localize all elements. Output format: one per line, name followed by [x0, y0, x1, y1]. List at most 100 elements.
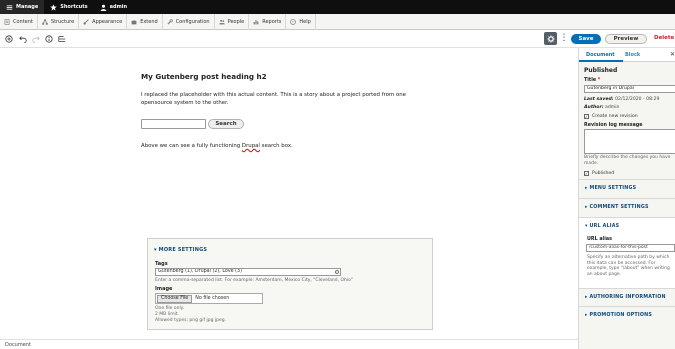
- post-paragraph[interactable]: I replaced the placeholder with this act…: [141, 91, 431, 107]
- comment-settings-text: COMMENT SETTINGS: [589, 205, 649, 210]
- wrench-icon: [167, 18, 173, 24]
- people-icon: [218, 19, 225, 24]
- menu-item-label: Content: [13, 18, 33, 25]
- caption-drupal-word: Drupal: [241, 143, 260, 149]
- shortcuts-menu[interactable]: Shortcuts: [44, 0, 93, 14]
- save-button[interactable]: Save: [571, 34, 601, 44]
- url-alias-input[interactable]: /custom-alias-for-this-post: [586, 244, 675, 252]
- revision-log-textarea[interactable]: [584, 129, 675, 154]
- more-settings-title: MORE SETTINGS: [158, 247, 208, 253]
- authoring-information-section[interactable]: ▸ AUTHORING INFORMATION: [579, 288, 675, 307]
- promotion-options-section[interactable]: ▸ PROMOTION OPTIONS: [579, 306, 675, 325]
- search-button[interactable]: Search: [208, 119, 244, 129]
- list-tree-icon: [58, 36, 66, 42]
- url-alias-section: ▾ URL ALIAS: [579, 217, 675, 288]
- user-icon: [100, 4, 106, 11]
- image-help-2: 2 MB limit.: [155, 312, 180, 317]
- search-input[interactable]: [141, 119, 206, 129]
- comment-settings-label: ▸ COMMENT SETTINGS: [585, 205, 649, 210]
- choose-file-button[interactable]: Choose File: [157, 294, 193, 303]
- content-icon: [4, 18, 10, 25]
- required-marker: *: [597, 78, 601, 83]
- revision-log-label: Revision log message: [584, 123, 643, 128]
- content-info-button[interactable]: [45, 35, 53, 43]
- title-input[interactable]: Gutenberg in Drupal: [584, 85, 675, 93]
- menu-item-content[interactable]: Content: [0, 13, 38, 30]
- last-saved-label: Last saved:: [584, 97, 614, 102]
- editor-content: My Gutenberg post heading h2 I replaced …: [141, 72, 431, 149]
- menu-item-appearance[interactable]: Appearance: [79, 13, 128, 30]
- add-block-button[interactable]: [5, 35, 13, 43]
- published-label: Published: [592, 171, 615, 176]
- menu-item-people[interactable]: People: [215, 13, 250, 30]
- url-alias-toggle[interactable]: ▾ URL ALIAS: [585, 224, 619, 229]
- menu-settings-label: ▸ MENU SETTINGS: [585, 186, 637, 191]
- promotion-options-text: PROMOTION OPTIONS: [589, 313, 653, 318]
- url-alias-help: Specify an alternative path by which thi…: [587, 255, 670, 277]
- caption-text-before: Above we can see a fully functioning: [141, 143, 242, 149]
- menu-item-structure[interactable]: Structure: [38, 13, 80, 30]
- image-label: Image: [155, 286, 173, 292]
- manage-label: Manage: [16, 4, 39, 10]
- preview-button[interactable]: Preview: [605, 34, 647, 44]
- sidebar-tabs: Document Block ✕: [579, 48, 675, 62]
- user-menu[interactable]: admin: [94, 0, 133, 14]
- shortcuts-label: Shortcuts: [60, 4, 88, 10]
- tags-label: Tags: [155, 261, 168, 267]
- image-file-field: Choose File No file chosen: [155, 293, 263, 304]
- block-navigation-button[interactable]: [58, 35, 66, 43]
- brush-icon: [83, 18, 89, 25]
- menu-item-configuration[interactable]: Configuration: [163, 13, 215, 30]
- tab-block[interactable]: Block: [625, 52, 640, 58]
- delete-link[interactable]: Delete: [654, 35, 674, 41]
- redo-button[interactable]: [32, 35, 40, 43]
- menu-item-reports[interactable]: Reports: [249, 13, 287, 30]
- menu-item-label: Reports: [262, 18, 282, 25]
- close-icon[interactable]: ✕: [670, 51, 675, 58]
- editor-footer: Document: [0, 339, 578, 349]
- menu-item-label: Appearance: [92, 18, 123, 25]
- image-help-3: Allowed types: png gif jpg jpeg.: [155, 318, 227, 323]
- puzzle-icon: [131, 19, 137, 24]
- more-settings-toggle[interactable]: ▾ MORE SETTINGS: [154, 247, 207, 253]
- menu-item-help[interactable]: ? Help: [286, 13, 316, 30]
- tags-input[interactable]: Gutenberg (1), Drupal (2), Love (3): [155, 268, 341, 276]
- comment-settings-section[interactable]: ▸ COMMENT SETTINGS: [579, 198, 675, 217]
- post-heading[interactable]: My Gutenberg post heading h2: [141, 72, 431, 81]
- manage-menu[interactable]: Manage: [0, 0, 45, 14]
- no-file-text: No file chosen: [195, 296, 230, 301]
- autocomplete-icon: [335, 270, 339, 274]
- undo-button[interactable]: [19, 35, 27, 43]
- help-icon: ?: [290, 18, 297, 25]
- kebab-icon: ⋮: [559, 33, 569, 43]
- menu-item-extend[interactable]: Extend: [127, 13, 163, 30]
- settings-toggle-button[interactable]: [544, 32, 557, 45]
- admin-toolbar: Manage Shortcuts admin: [0, 0, 675, 14]
- last-saved-value: 02/12/2020 - 08:29: [615, 97, 660, 102]
- footer-breadcrumb: Document: [5, 342, 31, 348]
- author: Author: admin: [584, 105, 619, 110]
- promotion-options-label: ▸ PROMOTION OPTIONS: [585, 313, 653, 318]
- active-tab-indicator: [579, 60, 623, 62]
- hamburger-icon: [6, 4, 13, 10]
- create-revision-option[interactable]: ✓ Create new revision: [584, 114, 638, 119]
- info-icon: [45, 35, 53, 43]
- more-options-button[interactable]: ⋮: [559, 33, 569, 44]
- tab-document[interactable]: Document: [586, 52, 615, 58]
- authoring-information-text: AUTHORING INFORMATION: [589, 295, 666, 300]
- star-icon: [50, 3, 57, 11]
- settings-sidebar: Document Block ✕ Published Title * Guten…: [578, 48, 675, 349]
- image-help-1: One file only.: [155, 306, 185, 311]
- gear-icon: [546, 34, 555, 43]
- menu-settings-section[interactable]: ▸ MENU SETTINGS: [579, 179, 675, 198]
- tags-help: Enter a comma-separated list. For exampl…: [155, 278, 353, 283]
- revision-help: Briefly describe the changes you have ma…: [584, 155, 671, 166]
- menu-item-label: Configuration: [175, 18, 210, 25]
- published-option[interactable]: ✓ Published: [584, 171, 614, 176]
- menu-item-label: Structure: [50, 18, 75, 25]
- create-revision-checkbox[interactable]: ✓: [584, 114, 589, 119]
- published-checkbox[interactable]: ✓: [584, 171, 589, 176]
- search-caption-paragraph[interactable]: Above we can see a fully functioning Dru…: [141, 143, 293, 149]
- menu-item-label: People: [227, 18, 245, 25]
- author-value: admin: [605, 105, 620, 110]
